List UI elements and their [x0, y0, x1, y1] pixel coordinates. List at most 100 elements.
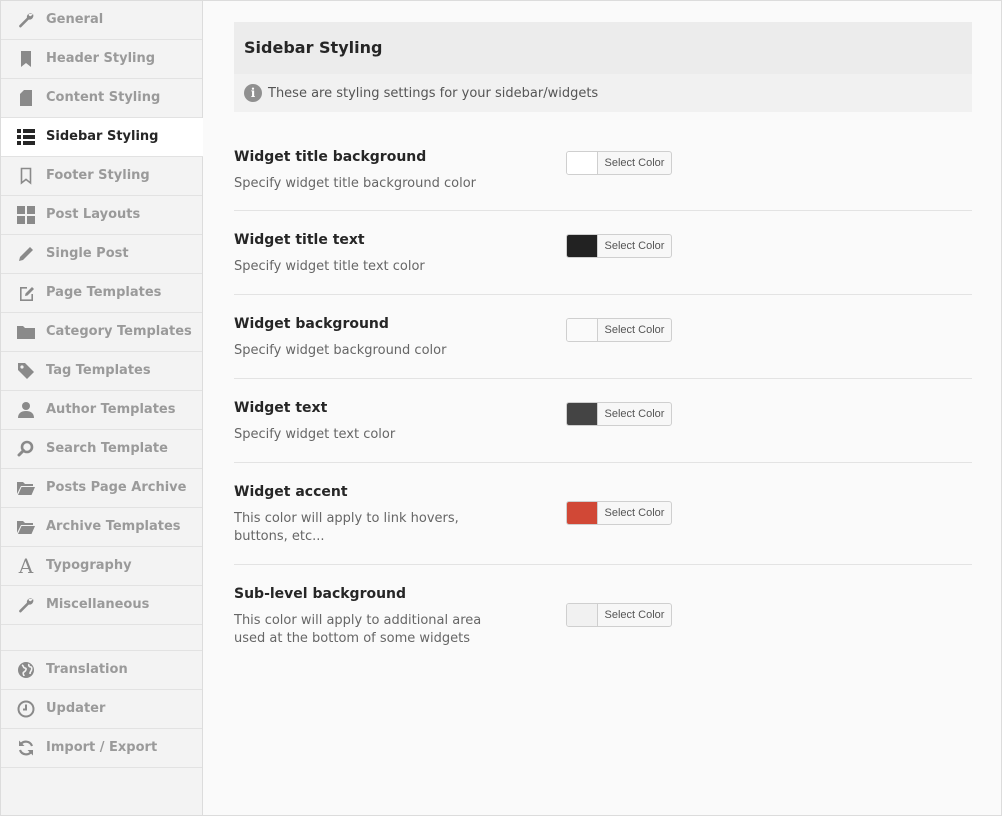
select-color-label: Select Color	[604, 507, 665, 519]
sidebar-item-label: Header Styling	[46, 51, 156, 66]
sidebar-item-author-templates[interactable]: Author Templates	[1, 391, 202, 430]
select-color-label: Select Color	[604, 609, 665, 621]
sidebar-item-posts-page-archive[interactable]: Posts Page Archive	[1, 469, 202, 508]
color-swatch	[567, 604, 598, 626]
sidebar-item-label: Translation	[46, 662, 128, 677]
folder-open-icon	[16, 478, 36, 498]
sidebar-item-translation[interactable]: Translation	[1, 651, 202, 690]
select-color-button[interactable]: Select Color	[566, 402, 672, 426]
select-color-label: Select Color	[604, 408, 665, 420]
sidebar-item-label: Archive Templates	[46, 519, 181, 534]
document-icon	[16, 88, 36, 108]
setting-widget-text: Widget text Specify widget text color Se…	[234, 379, 972, 463]
sidebar-separator	[1, 625, 202, 651]
setting-title: Widget title text	[234, 232, 365, 248]
setting-description: Specify widget text color	[234, 427, 396, 442]
sidebar-item-label: Typography	[46, 558, 132, 573]
wrench-icon	[16, 10, 36, 30]
sidebar-item-footer-styling[interactable]: Footer Styling	[1, 157, 202, 196]
setting-widget-background: Widget background Specify widget backgro…	[234, 295, 972, 379]
sidebar-item-label: Sidebar Styling	[46, 129, 159, 144]
sidebar-item-label: General	[46, 12, 104, 27]
info-notice: i These are styling settings for your si…	[234, 74, 972, 112]
folder-open-icon	[16, 517, 36, 537]
font-icon: A	[18, 554, 34, 578]
setting-title: Sub-level background	[234, 586, 407, 602]
tag-icon	[16, 361, 36, 381]
sidebar-item-miscellaneous[interactable]: Miscellaneous	[1, 586, 202, 625]
sidebar-item-category-templates[interactable]: Category Templates	[1, 313, 202, 352]
setting-widget-accent: Widget accent This color will apply to l…	[234, 463, 972, 565]
clock-icon	[16, 699, 36, 719]
sidebar-item-import-export[interactable]: Import / Export	[1, 729, 202, 768]
setting-title: Widget title background	[234, 149, 427, 165]
wrench-icon	[16, 595, 36, 615]
color-swatch	[567, 152, 598, 174]
sidebar-item-label: Author Templates	[46, 402, 176, 417]
bookmark-icon	[16, 49, 36, 69]
edit-icon	[16, 283, 36, 303]
sidebar-item-label: Footer Styling	[46, 168, 150, 183]
select-color-button[interactable]: Select Color	[566, 151, 672, 175]
folder-icon	[16, 322, 36, 342]
grid-icon	[16, 205, 36, 225]
sidebar-item-label: Import / Export	[46, 740, 158, 755]
select-color-label: Select Color	[604, 240, 665, 252]
search-icon	[16, 439, 36, 459]
setting-widget-title-background: Widget title background Specify widget t…	[234, 112, 972, 211]
sidebar-item-updater[interactable]: Updater	[1, 690, 202, 729]
select-color-button[interactable]: Select Color	[566, 501, 672, 525]
select-color-button[interactable]: Select Color	[566, 603, 672, 627]
select-color-label: Select Color	[604, 157, 665, 169]
select-color-button[interactable]: Select Color	[566, 234, 672, 258]
sidebar-item-label: Posts Page Archive	[46, 480, 187, 495]
sidebar-item-search-template[interactable]: Search Template	[1, 430, 202, 469]
sidebar-item-tag-templates[interactable]: Tag Templates	[1, 352, 202, 391]
select-color-button[interactable]: Select Color	[566, 318, 672, 342]
sidebar-item-typography[interactable]: A Typography	[1, 547, 202, 586]
sidebar-item-page-templates[interactable]: Page Templates	[1, 274, 202, 313]
sidebar-item-post-layouts[interactable]: Post Layouts	[1, 196, 202, 235]
sidebar-item-label: Updater	[46, 701, 106, 716]
setting-title: Widget accent	[234, 484, 348, 500]
color-swatch	[567, 319, 598, 341]
sidebar-item-label: Post Layouts	[46, 207, 141, 222]
sidebar-item-sidebar-styling[interactable]: Sidebar Styling	[1, 118, 203, 157]
list-icon	[16, 127, 36, 147]
setting-widget-title-text: Widget title text Specify widget title t…	[234, 211, 972, 295]
section-header: Sidebar Styling	[234, 22, 972, 74]
bookmark-outline-icon	[16, 166, 36, 186]
refresh-icon	[16, 738, 36, 758]
color-swatch	[567, 235, 598, 257]
sidebar-item-label: Tag Templates	[46, 363, 151, 378]
setting-description: This color will apply to additional area…	[234, 613, 482, 646]
sidebar-item-single-post[interactable]: Single Post	[1, 235, 202, 274]
sidebar-item-label: Content Styling	[46, 90, 161, 105]
setting-title: Widget background	[234, 316, 389, 332]
select-color-label: Select Color	[604, 324, 665, 336]
sidebar-item-header-styling[interactable]: Header Styling	[1, 40, 202, 79]
sidebar-item-label: Miscellaneous	[46, 597, 150, 612]
globe-icon	[16, 660, 36, 680]
info-icon: i	[244, 84, 262, 102]
setting-description: Specify widget background color	[234, 343, 447, 358]
sidebar-item-label: Search Template	[46, 441, 168, 456]
page-title: Sidebar Styling	[244, 38, 383, 57]
options-sidebar: General Header Styling Content Styling S…	[1, 1, 203, 815]
main-content: Sidebar Styling i These are styling sett…	[234, 22, 972, 665]
color-swatch	[567, 502, 598, 524]
sidebar-item-content-styling[interactable]: Content Styling	[1, 79, 202, 118]
user-icon	[16, 400, 36, 420]
sidebar-item-general[interactable]: General	[1, 1, 202, 40]
sidebar-item-label: Page Templates	[46, 285, 162, 300]
setting-description: This color will apply to link hovers, bu…	[234, 511, 459, 544]
pencil-icon	[16, 244, 36, 264]
sidebar-item-archive-templates[interactable]: Archive Templates	[1, 508, 202, 547]
options-panel: General Header Styling Content Styling S…	[0, 0, 1002, 816]
setting-sub-level-background: Sub-level background This color will app…	[234, 565, 972, 665]
sidebar-item-label: Single Post	[46, 246, 129, 261]
info-text: These are styling settings for your side…	[268, 85, 599, 101]
setting-description: Specify widget title text color	[234, 259, 425, 274]
sidebar-item-label: Category Templates	[46, 324, 192, 339]
setting-description: Specify widget title background color	[234, 176, 476, 191]
